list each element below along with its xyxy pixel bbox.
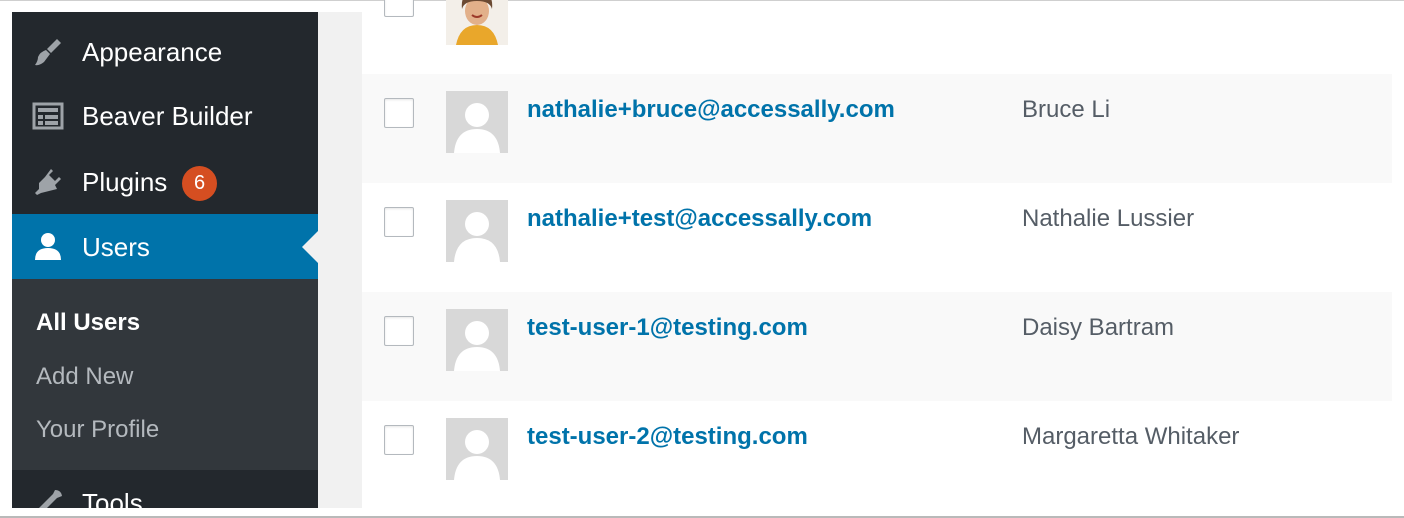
user-name: Daisy Bartram bbox=[1022, 314, 1175, 341]
avatar bbox=[446, 418, 508, 480]
row-checkbox[interactable] bbox=[384, 425, 414, 455]
submenu-all-users[interactable]: All Users bbox=[36, 311, 140, 335]
update-count-badge: 6 bbox=[182, 166, 217, 201]
menu-label-tools: Tools bbox=[82, 488, 143, 508]
avatar bbox=[446, 91, 508, 153]
row-checkbox[interactable] bbox=[384, 207, 414, 237]
submenu-add-new[interactable]: Add New bbox=[36, 365, 133, 389]
table-row: test-user-1@testing.com Daisy Bartram bbox=[362, 292, 1392, 401]
menu-label-appearance: Appearance bbox=[82, 37, 223, 67]
user-email-link[interactable]: nathalie+test@accessally.com bbox=[527, 205, 872, 234]
menu-item-tools[interactable]: Tools bbox=[12, 471, 318, 508]
content-gutter bbox=[318, 12, 362, 508]
table-row: test-user-2@testing.com Margaretta Whita… bbox=[362, 401, 1392, 510]
admin-sidebar: Appearance Beaver Builder Plugins 6 User… bbox=[12, 12, 318, 508]
menu-item-appearance[interactable]: Appearance bbox=[12, 20, 318, 84]
paintbrush-icon bbox=[30, 34, 66, 70]
layout-grid-icon bbox=[30, 98, 66, 134]
user-email-link[interactable]: nathalie+bruce@accessally.com bbox=[527, 96, 895, 125]
submenu-your-profile[interactable]: Your Profile bbox=[36, 418, 159, 442]
row-checkbox[interactable] bbox=[384, 98, 414, 128]
window-frame: Appearance Beaver Builder Plugins 6 User… bbox=[0, 0, 1404, 518]
user-name: Bruce Li bbox=[1022, 96, 1111, 123]
row-checkbox[interactable] bbox=[384, 0, 414, 17]
avatar bbox=[446, 0, 508, 45]
avatar bbox=[446, 309, 508, 371]
menu-item-beaver-builder[interactable]: Beaver Builder bbox=[12, 84, 318, 148]
menu-label-plugins: Plugins bbox=[82, 167, 168, 197]
plugin-icon bbox=[30, 164, 66, 200]
wrench-icon bbox=[30, 485, 66, 508]
menu-item-plugins[interactable]: Plugins 6 bbox=[12, 150, 318, 214]
users-list: nathalie+bruce@accessally.com Bruce Li n… bbox=[362, 0, 1392, 510]
user-email-link[interactable]: test-user-2@testing.com bbox=[527, 423, 808, 452]
user-name: Margaretta Whitaker bbox=[1022, 423, 1240, 450]
table-row-partial bbox=[362, 0, 1392, 74]
row-checkbox[interactable] bbox=[384, 316, 414, 346]
users-submenu: All Users Add New Your Profile bbox=[12, 279, 318, 470]
avatar bbox=[446, 200, 508, 262]
table-row: nathalie+test@accessally.com Nathalie Lu… bbox=[362, 183, 1392, 292]
user-icon bbox=[30, 229, 66, 265]
user-email-link[interactable]: test-user-1@testing.com bbox=[527, 314, 808, 343]
menu-label-users: Users bbox=[82, 231, 150, 262]
menu-item-users[interactable]: Users bbox=[12, 214, 318, 279]
menu-label-beaver-builder: Beaver Builder bbox=[82, 101, 253, 131]
user-name: Nathalie Lussier bbox=[1022, 205, 1195, 232]
table-row: nathalie+bruce@accessally.com Bruce Li bbox=[362, 74, 1392, 183]
